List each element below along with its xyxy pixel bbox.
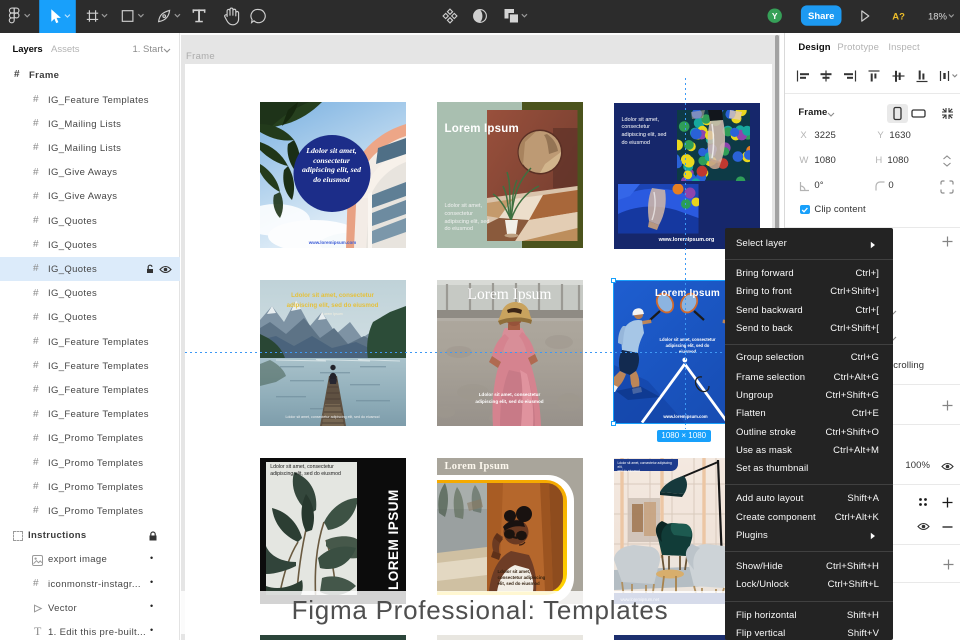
svg-text:A?: A? [892, 12, 905, 23]
svg-text:Share: Share [808, 11, 834, 22]
svg-text:Y: Y [772, 11, 778, 21]
svg-text:18%: 18% [928, 11, 948, 22]
